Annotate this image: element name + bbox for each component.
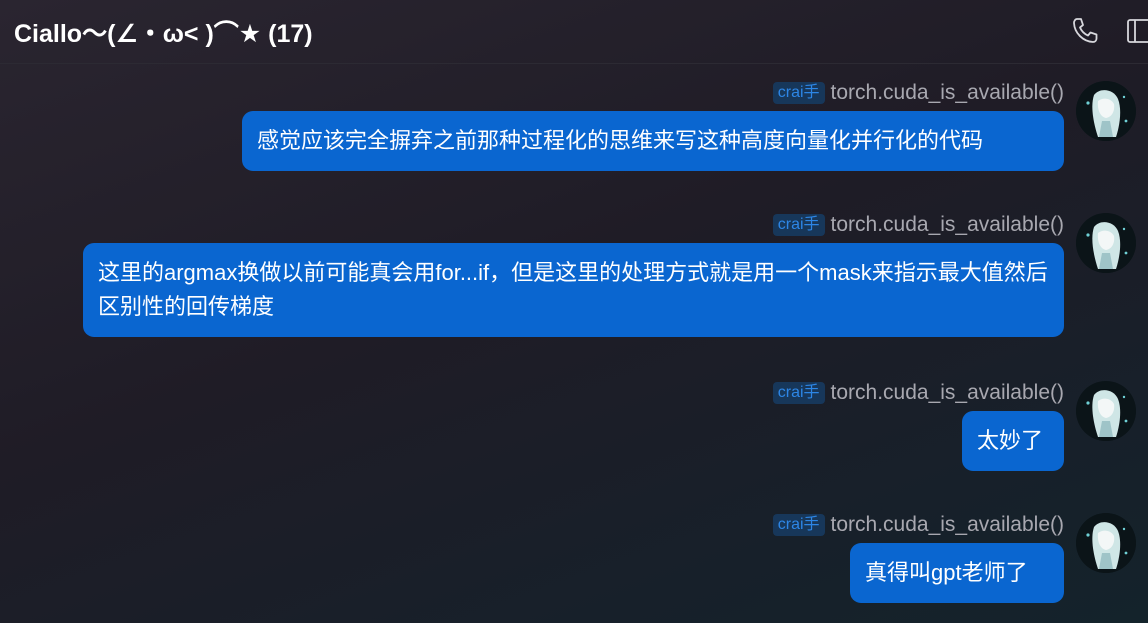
sender-name[interactable]: torch.cuda_is_available()	[831, 513, 1064, 537]
sender-name[interactable]: torch.cuda_is_available()	[831, 381, 1064, 405]
chat-header: Ciallo～(∠・ω< )⌒★ (17)	[0, 0, 1148, 64]
message-meta: crai手 torch.cuda_is_available()	[772, 513, 1064, 537]
chat-title: Ciallo～(∠・ω< )⌒★ (17)	[14, 20, 313, 48]
window-icon[interactable]	[1126, 16, 1148, 51]
sender-name[interactable]: torch.cuda_is_available()	[831, 213, 1064, 237]
phone-icon[interactable]	[1070, 16, 1100, 51]
member-tag: crai手	[772, 514, 825, 536]
message-bubble[interactable]: 这里的argmax换做以前可能真会用for...if，但是这里的处理方式就是用一…	[83, 243, 1064, 337]
member-tag: crai手	[772, 214, 825, 236]
message-bubble[interactable]: 太妙了	[962, 411, 1064, 471]
sender-name[interactable]: torch.cuda_is_available()	[831, 81, 1064, 105]
avatar[interactable]	[1076, 381, 1136, 441]
member-tag: crai手	[772, 382, 825, 404]
message-meta: crai手 torch.cuda_is_available()	[772, 81, 1064, 105]
avatar[interactable]	[1076, 81, 1136, 141]
avatar[interactable]	[1076, 513, 1136, 573]
message-bubble[interactable]: 真得叫gpt老师了	[850, 543, 1064, 603]
message-meta: crai手 torch.cuda_is_available()	[772, 381, 1064, 405]
avatar[interactable]	[1076, 213, 1136, 273]
message-meta: crai手 torch.cuda_is_available()	[772, 213, 1064, 237]
member-tag: crai手	[772, 82, 825, 104]
message-bubble[interactable]: 感觉应该完全摒弃之前那种过程化的思维来写这种高度向量化并行化的代码	[242, 111, 1064, 171]
